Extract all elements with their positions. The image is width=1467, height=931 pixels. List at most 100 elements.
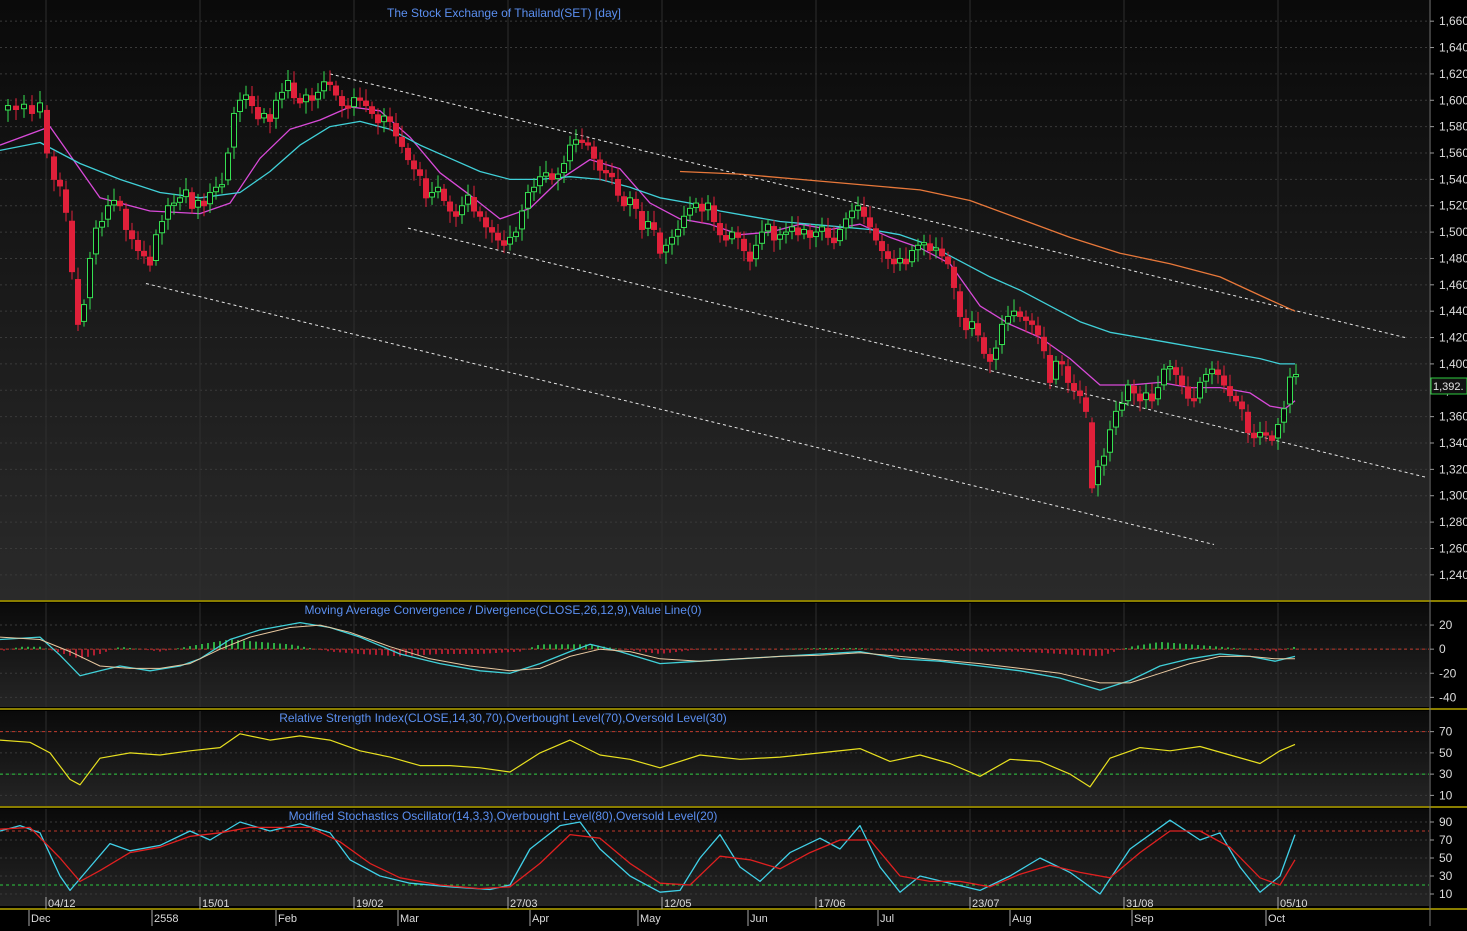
candle-body — [183, 189, 189, 198]
candle-body — [63, 189, 69, 213]
candle-body — [1281, 408, 1287, 423]
candle-body — [537, 176, 543, 187]
candle-body — [1107, 429, 1113, 453]
candle-body — [123, 208, 129, 230]
candle-body — [1149, 393, 1155, 402]
candle-body — [369, 106, 375, 114]
candle-body — [1221, 375, 1227, 386]
candle-body — [129, 230, 135, 240]
candle-body — [1143, 392, 1149, 401]
candle-body — [1251, 432, 1257, 439]
candle-body — [471, 197, 477, 212]
y-tick-label: 1,660 — [1439, 14, 1467, 28]
candle-body — [681, 215, 687, 228]
last-price-marker: 1,392. — [1430, 377, 1467, 395]
candle-body — [951, 266, 957, 288]
candle-body — [1023, 316, 1029, 321]
y-tick-label: 1,600 — [1439, 93, 1467, 107]
candle-body — [897, 257, 903, 264]
candle-body — [207, 192, 213, 205]
candle-body — [429, 192, 435, 198]
candle-body — [243, 94, 249, 100]
candle-body — [387, 116, 393, 122]
candle-body — [903, 258, 909, 265]
x-tick-label: 15/01 — [202, 898, 230, 910]
main-chart-title: The Stock Exchange of Thailand(SET) [day… — [387, 6, 621, 20]
candle-body — [1119, 402, 1125, 411]
candle-body — [759, 231, 765, 244]
candle-body — [435, 186, 441, 193]
candle-body — [837, 228, 843, 242]
candle-body — [1275, 424, 1281, 439]
stock-chart[interactable]: The Stock Exchange of Thailand(SET) [day… — [0, 0, 1467, 926]
y-tick-label: 1,500 — [1439, 225, 1467, 239]
y-tick-label: 1,300 — [1439, 489, 1467, 503]
candle-body — [525, 192, 531, 209]
candle-body — [825, 227, 831, 238]
candle-body — [105, 205, 111, 220]
candle-body — [813, 231, 819, 238]
candle-body — [201, 200, 207, 207]
candle-body — [29, 105, 35, 114]
candle-body — [969, 321, 975, 329]
candle-body — [153, 234, 159, 261]
candle-body — [501, 240, 507, 246]
candle — [225, 147, 231, 186]
candle-body — [405, 147, 411, 161]
candle-body — [1287, 376, 1293, 405]
candle-body — [1269, 435, 1275, 441]
candle-body — [1041, 336, 1047, 352]
x-tick-label: 31/08 — [1126, 898, 1154, 910]
candle-body — [873, 228, 879, 241]
candle-body — [789, 226, 795, 232]
candle-body — [219, 184, 225, 188]
candle-body — [915, 244, 921, 251]
candle-body — [1089, 422, 1095, 489]
candle-body — [927, 243, 933, 252]
candle-body — [303, 94, 309, 103]
y-tick-label: 1,640 — [1439, 41, 1467, 55]
last-price-label: 1,392. — [1433, 381, 1464, 393]
stochastics-title: Modified Stochastics Oscillator(14,3,3),… — [289, 809, 718, 823]
y-tick-label: 1,580 — [1439, 120, 1467, 134]
y-tick-label: 10 — [1439, 887, 1453, 901]
candle-body — [1155, 387, 1161, 400]
candle-body — [417, 169, 423, 176]
candle-body — [37, 102, 43, 113]
x-tick-label: Jun — [750, 913, 768, 925]
candle-body — [1263, 432, 1269, 436]
candle-body — [1293, 373, 1299, 378]
candle-body — [639, 211, 645, 230]
candle-body — [597, 159, 603, 171]
x-tick-label: May — [640, 913, 661, 925]
y-tick-label: 1,340 — [1439, 436, 1467, 450]
candle-body — [1095, 466, 1101, 486]
candle-body — [909, 250, 915, 263]
candle-body — [753, 244, 759, 260]
candle-body — [855, 205, 861, 211]
candle-body — [783, 231, 789, 235]
candle-body — [1257, 431, 1263, 438]
candle-body — [921, 242, 927, 246]
y-tick-label: 1,360 — [1439, 410, 1467, 424]
candle-body — [1113, 410, 1119, 428]
y-tick-label: 70 — [1439, 833, 1453, 847]
x-tick-label: Sep — [1134, 913, 1154, 925]
y-tick-label: 0 — [1439, 642, 1446, 656]
candle-body — [777, 234, 783, 240]
y-tick-label: 30 — [1439, 767, 1453, 781]
candle-body — [249, 96, 255, 107]
candle-body — [867, 217, 873, 228]
candle-body — [645, 221, 651, 229]
candle-body — [267, 114, 273, 122]
candle-body — [993, 347, 999, 360]
candle-body — [309, 95, 315, 101]
candle-body — [255, 107, 261, 120]
candle-body — [213, 186, 219, 193]
candle-body — [549, 173, 555, 180]
candle-body — [1239, 401, 1245, 410]
candle — [44, 105, 50, 159]
x-tick-label: Mar — [400, 913, 419, 925]
candle-body — [171, 202, 177, 206]
rsi-panel-background — [0, 711, 1429, 806]
